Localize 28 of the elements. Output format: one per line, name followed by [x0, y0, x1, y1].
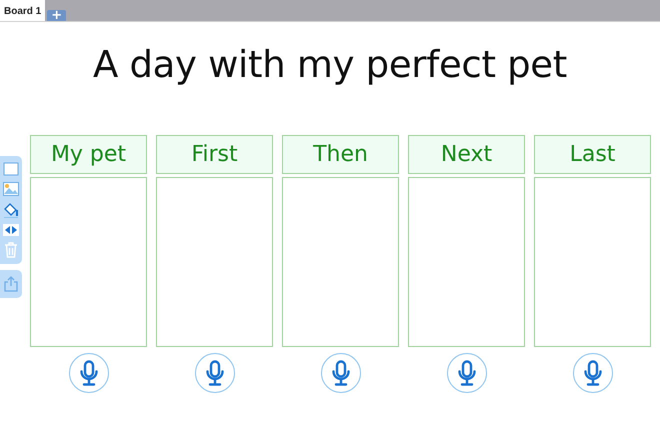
- rectangle-icon[interactable]: [3, 162, 19, 176]
- drop-area[interactable]: [30, 177, 147, 347]
- record-button[interactable]: [446, 353, 486, 393]
- microphone-icon: [330, 360, 350, 386]
- record-button[interactable]: [194, 353, 234, 393]
- image-icon[interactable]: [3, 182, 19, 196]
- trash-icon[interactable]: [4, 242, 18, 258]
- record-button[interactable]: [68, 353, 108, 393]
- record-button[interactable]: [320, 353, 360, 393]
- share-icon[interactable]: [4, 276, 18, 292]
- microphone-icon: [456, 360, 476, 386]
- microphone-icon: [78, 360, 98, 386]
- record-button[interactable]: [572, 353, 612, 393]
- drop-area[interactable]: [156, 177, 273, 347]
- column-heading: First: [156, 135, 273, 174]
- column-heading: Next: [408, 135, 525, 174]
- column-heading: Then: [282, 135, 399, 174]
- board-tab[interactable]: Board 1: [0, 0, 46, 21]
- board-title: A day with my perfect pet: [92, 42, 568, 88]
- microphone-icon: [204, 360, 224, 386]
- drop-area[interactable]: [282, 177, 399, 347]
- column-heading: My pet: [30, 135, 147, 174]
- swap-arrows-icon[interactable]: [3, 224, 19, 236]
- drop-area[interactable]: [534, 177, 651, 347]
- column-heading: Last: [534, 135, 651, 174]
- drop-area[interactable]: [408, 177, 525, 347]
- microphone-icon: [582, 360, 602, 386]
- paint-bucket-icon[interactable]: [3, 202, 19, 218]
